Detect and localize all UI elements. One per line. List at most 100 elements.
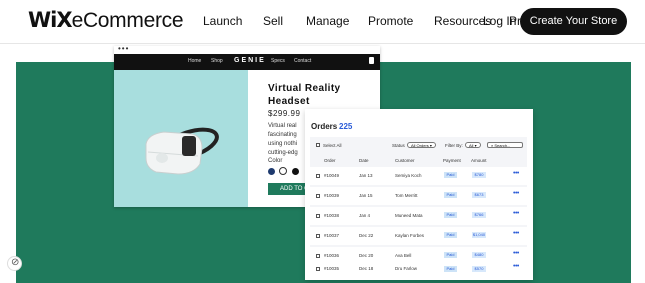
order-amount: $1,040 [472,232,486,238]
orders-search-input[interactable]: ⌕ Search... [487,142,523,148]
description-line: Virtual real [268,123,297,129]
more-actions-icon[interactable]: ••• [513,230,519,237]
color-label: Color [268,158,283,164]
select-all-checkbox[interactable] [316,143,320,147]
description-line: cutting-edg [268,150,298,156]
search-icon: ⌕ [491,143,494,148]
nav-sell[interactable]: Sell [263,14,283,28]
add-to-cart-button[interactable]: ADD TO CART [268,183,308,195]
table-row[interactable]: #10039 Jan 15 Tom Merritt Paid $673 ••• [310,187,527,205]
row-checkbox[interactable] [316,267,320,271]
table-row[interactable]: #10049 Jan 13 Semiya Koch Paid $780 ••• [310,167,527,185]
more-actions-icon[interactable]: ••• [513,170,519,177]
color-swatch-navy[interactable] [268,168,275,175]
col-amount: Amount [471,158,487,163]
store-nav-specs[interactable]: Specs [271,58,285,64]
order-date: Jan 15 [359,193,373,198]
order-number: #10049 [324,173,340,178]
order-number: #10035 [324,266,340,271]
select-all-label: Select All [323,143,342,148]
order-date: Dec 20 [359,253,374,258]
description-line: fascinating [268,132,297,138]
order-amount: $570 [472,266,486,272]
description-line: using nothi [268,141,298,147]
row-checkbox[interactable] [316,254,320,258]
payment-badge: Paid [444,252,457,258]
filter-label: Filter By: [445,143,463,148]
table-row[interactable]: #10037 Dec 22 Kaylan Forbes Paid $1,040 … [310,227,527,245]
order-customer: Tom Merritt [395,193,418,198]
search-placeholder: Search... [494,143,511,148]
order-amount: $480 [472,252,486,258]
store-nav-shop[interactable]: Shop [211,58,223,64]
more-actions-icon[interactable]: ••• [513,190,519,197]
more-actions-icon[interactable]: ••• [513,210,519,217]
window-chrome: ••• [114,44,380,54]
nav-manage[interactable]: Manage [306,14,349,28]
status-value: All Orders [411,143,429,148]
color-swatch-black[interactable] [292,168,299,175]
store-nav-contact[interactable]: Contact [294,58,311,64]
product-price: $299.99 [268,109,301,118]
store-nav-home[interactable]: Home [188,58,201,64]
table-row[interactable]: #10035 Dec 18 Dru Farlow Paid $570 ••• [310,263,527,275]
product-description: Virtual real fascinating using nothi cut… [268,122,308,158]
store-brand: GENIE [234,57,266,64]
order-customer: Kaylan Forbes [395,233,425,238]
row-checkbox[interactable] [316,194,320,198]
filter-dropdown[interactable]: All ▾ [465,142,481,148]
product-image [114,70,248,207]
payment-badge: Paid [444,192,457,198]
order-amount: $780 [472,172,486,178]
col-order: Order [324,158,336,163]
order-date: Dec 22 [359,233,374,238]
order-customer: Muneed Mata [395,213,423,218]
col-customer: Customer [395,158,415,163]
payment-badge: Paid [444,266,457,272]
vr-headset-icon [145,127,219,175]
payment-badge: Paid [444,172,457,178]
order-date: Jan 13 [359,173,373,178]
status-label: Status [392,143,405,148]
create-your-store-button[interactable]: Create Your Store [520,8,627,35]
nav-promote[interactable]: Promote [368,14,413,28]
col-payment: Payment [443,158,461,163]
payment-badge: Paid [444,232,457,238]
order-date: Dec 18 [359,266,374,271]
row-checkbox[interactable] [316,174,320,178]
orders-title: Orders [311,122,338,131]
window-dots-icon: ••• [118,44,130,53]
order-amount: $766 [472,212,486,218]
row-checkbox[interactable] [316,214,320,218]
order-amount: $673 [472,192,486,198]
col-date: Date [359,158,369,163]
payment-badge: Paid [444,212,457,218]
top-navigation: WiXeCommerce Launch Sell Manage Promote … [0,0,645,44]
order-customer: Semiya Koch [395,173,422,178]
logo-brand: WiX [28,8,73,32]
store-navbar: Home Shop GENIE Specs Contact [114,54,380,70]
order-number: #10039 [324,193,340,198]
more-actions-icon[interactable]: ••• [513,263,519,270]
color-swatch-white[interactable] [279,167,287,175]
row-checkbox[interactable] [316,234,320,238]
shopping-bag-icon[interactable] [369,57,374,64]
accessibility-button[interactable]: ⊘ [7,256,22,271]
order-number: #10036 [324,253,340,258]
orders-count: 225 [339,122,353,131]
more-actions-icon[interactable]: ••• [513,250,519,257]
order-number: #10038 [324,213,340,218]
logo-product: eCommerce [71,9,184,32]
wix-ecommerce-logo[interactable]: WiXeCommerce [28,8,184,33]
order-date: Jan 4 [359,213,371,218]
orders-table: Select All Status All Orders ▾ Filter By… [310,137,527,275]
nav-launch[interactable]: Launch [203,14,242,28]
order-number: #10037 [324,233,340,238]
accessibility-icon: ⊘ [11,257,20,268]
table-row[interactable]: #10038 Jan 4 Muneed Mata Paid $766 ••• [310,207,527,225]
order-customer: Dru Farlow [395,266,418,271]
orders-panel: Orders 225 Select All Status All Orders … [305,109,533,280]
status-dropdown[interactable]: All Orders ▾ [407,142,436,148]
product-title: Virtual Reality Headset [268,83,341,107]
order-customer: Ava Bell [395,253,412,258]
